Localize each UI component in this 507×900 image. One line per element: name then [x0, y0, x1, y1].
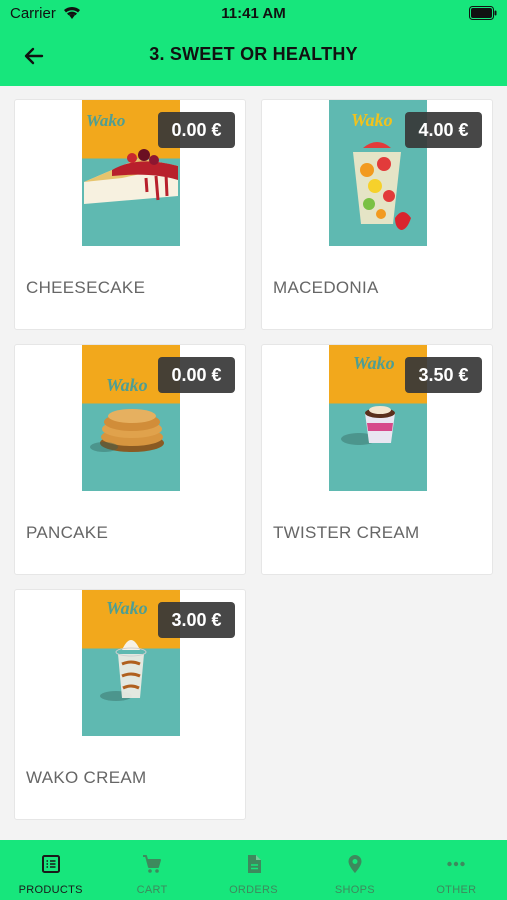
tab-label: SHOPS — [334, 884, 375, 896]
product-card-cheesecake[interactable]: Wako 0.00 € CHEESECAKE — [14, 99, 246, 330]
product-card-macedonia[interactable]: Wako 4.00 € MACEDONIA — [261, 99, 493, 330]
product-name: TWISTER CREAM — [273, 523, 420, 542]
brand-logo: Wako — [86, 111, 125, 130]
price-badge: 0.00 € — [158, 112, 235, 148]
price-badge: 3.00 € — [158, 602, 235, 638]
tab-products[interactable]: PRODUCTS — [0, 840, 101, 900]
tab-label: ORDERS — [229, 884, 278, 896]
tab-bar: PRODUCTS CART ORDERS SHOPS OTHER — [0, 840, 507, 900]
tab-cart[interactable]: CART — [101, 840, 202, 900]
document-icon — [247, 855, 261, 873]
product-name: WAKO CREAM — [26, 768, 147, 787]
tab-orders[interactable]: ORDERS — [203, 840, 304, 900]
price-badge: 4.00 € — [405, 112, 482, 148]
list-icon — [41, 855, 60, 873]
app-header: Carrier 11:41 AM 3. SWEET OR HEALTHY — [0, 0, 507, 86]
brand-logo: Wako — [106, 375, 148, 395]
cart-icon — [143, 855, 162, 873]
product-name: CHEESECAKE — [26, 278, 146, 297]
status-bar: Carrier 11:41 AM — [0, 0, 507, 30]
tab-shops[interactable]: SHOPS — [304, 840, 405, 900]
brand-logo: Wako — [353, 353, 395, 373]
tab-label: CART — [136, 884, 168, 896]
product-card-twister-cream[interactable]: Wako 3.50 € TWISTER CREAM — [261, 344, 493, 575]
clock: 11:41 AM — [221, 5, 286, 22]
brand-logo: Wako — [106, 598, 148, 618]
tab-other[interactable]: OTHER — [406, 840, 507, 900]
map-pin-icon — [348, 855, 362, 873]
product-name: PANCAKE — [26, 523, 109, 542]
product-card-wako-cream[interactable]: Wako 3.00 € WAKO CREAM — [14, 589, 246, 820]
battery-icon — [469, 6, 497, 20]
page-title: 3. SWEET OR HEALTHY — [149, 44, 358, 64]
tab-label: PRODUCTS — [18, 884, 83, 896]
product-card-pancake[interactable]: Wako 0.00 € PANCAKE — [14, 344, 246, 575]
tab-label: OTHER — [436, 884, 477, 896]
more-icon — [447, 861, 466, 867]
price-badge: 3.50 € — [405, 357, 482, 393]
product-grid: Wako 0.00 € CHEESECAKE Wako 4.00 € MACED… — [14, 99, 494, 820]
price-badge: 0.00 € — [158, 357, 235, 393]
product-name: MACEDONIA — [273, 278, 379, 297]
nav-row: 3. SWEET OR HEALTHY — [0, 36, 507, 76]
brand-logo: Wako — [351, 110, 393, 130]
